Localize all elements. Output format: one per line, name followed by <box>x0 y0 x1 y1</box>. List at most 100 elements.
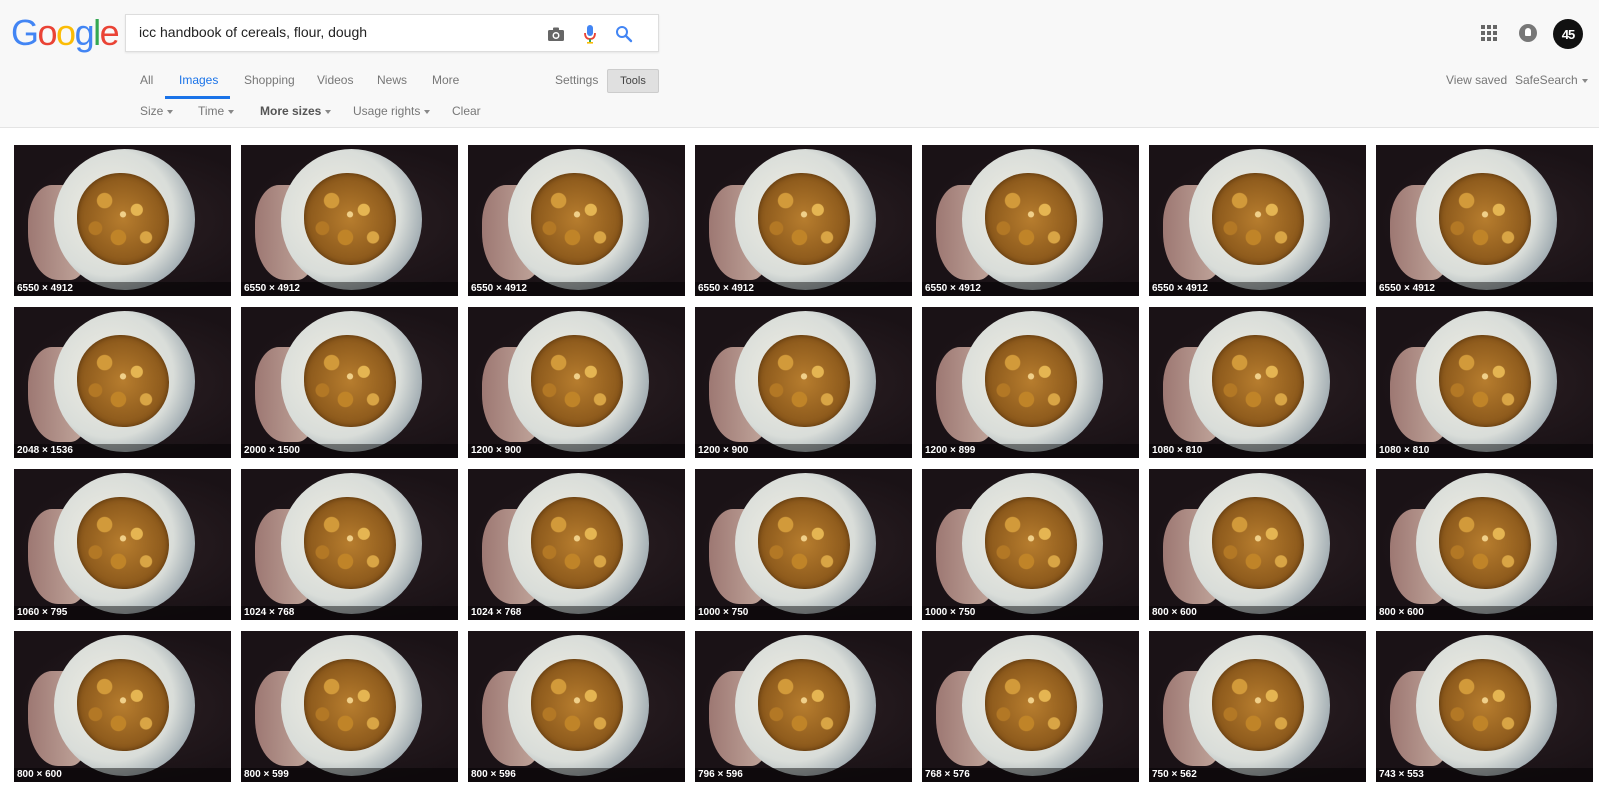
image-result[interactable]: 2048 × 1536 <box>14 307 231 458</box>
settings-link[interactable]: Settings <box>555 73 598 87</box>
search-icon[interactable] <box>613 23 635 45</box>
image-result[interactable]: 1000 × 750 <box>695 469 912 620</box>
camera-icon[interactable] <box>545 23 567 45</box>
time-label: Time <box>198 104 225 118</box>
image-result[interactable]: 1060 × 795 <box>14 469 231 620</box>
image-result[interactable]: 6550 × 4912 <box>1376 145 1593 296</box>
safesearch-dropdown[interactable]: SafeSearch <box>1515 73 1588 87</box>
image-dimensions-label: 6550 × 4912 <box>1149 282 1366 296</box>
image-result[interactable]: 768 × 576 <box>922 631 1139 782</box>
image-result[interactable]: 6550 × 4912 <box>468 145 685 296</box>
image-dimensions-label: 800 × 599 <box>241 768 458 782</box>
cereal-image <box>985 659 1077 751</box>
cereal-image <box>1439 497 1531 589</box>
image-result[interactable]: 2000 × 1500 <box>241 307 458 458</box>
caret-down-icon <box>167 109 174 114</box>
cereal-image <box>304 659 396 751</box>
image-dimensions-label: 800 × 600 <box>1149 606 1366 620</box>
image-result[interactable]: 1200 × 900 <box>468 307 685 458</box>
tab-shopping[interactable]: Shopping <box>244 73 295 87</box>
image-dimensions-label: 6550 × 4912 <box>468 282 685 296</box>
usage-rights-dropdown[interactable]: Usage rights <box>353 104 431 118</box>
search-input[interactable] <box>139 24 539 40</box>
image-result[interactable]: 1080 × 810 <box>1149 307 1366 458</box>
tab-images[interactable]: Images <box>179 73 218 87</box>
image-result[interactable]: 796 × 596 <box>695 631 912 782</box>
image-dimensions-label: 1200 × 900 <box>468 444 685 458</box>
cereal-image <box>77 173 169 265</box>
image-dimensions-label: 6550 × 4912 <box>1376 282 1593 296</box>
image-result[interactable]: 6550 × 4912 <box>241 145 458 296</box>
clear-link[interactable]: Clear <box>452 104 481 118</box>
image-dimensions-label: 800 × 596 <box>468 768 685 782</box>
image-result[interactable]: 1080 × 810 <box>1376 307 1593 458</box>
image-result[interactable]: 743 × 553 <box>1376 631 1593 782</box>
image-dimensions-label: 2000 × 1500 <box>241 444 458 458</box>
cereal-image <box>758 335 850 427</box>
usage-rights-label: Usage rights <box>353 104 421 118</box>
account-avatar[interactable]: 45 <box>1553 19 1583 49</box>
notifications-bell-icon[interactable] <box>1519 24 1537 42</box>
safesearch-label: SafeSearch <box>1515 73 1578 87</box>
image-result[interactable]: 6550 × 4912 <box>695 145 912 296</box>
image-result[interactable]: 750 × 562 <box>1149 631 1366 782</box>
apps-grid-icon[interactable] <box>1481 25 1497 41</box>
image-result[interactable]: 1200 × 899 <box>922 307 1139 458</box>
tab-more[interactable]: More <box>432 73 459 87</box>
image-dimensions-label: 1000 × 750 <box>695 606 912 620</box>
cereal-image <box>1212 659 1304 751</box>
tab-videos[interactable]: Videos <box>317 73 353 87</box>
logo-letter: e <box>99 12 120 53</box>
cereal-image <box>758 173 850 265</box>
image-result[interactable]: 1024 × 768 <box>241 469 458 620</box>
tab-news[interactable]: News <box>377 73 407 87</box>
google-logo[interactable]: Google <box>11 12 120 53</box>
tab-all[interactable]: All <box>140 73 153 87</box>
image-result[interactable]: 800 × 599 <box>241 631 458 782</box>
size-label: Size <box>140 104 164 118</box>
caret-down-icon <box>228 109 235 114</box>
more-sizes-dropdown[interactable]: More sizes <box>260 104 332 118</box>
image-result[interactable]: 800 × 600 <box>1149 469 1366 620</box>
image-dimensions-label: 800 × 600 <box>14 768 231 782</box>
image-result[interactable]: 800 × 596 <box>468 631 685 782</box>
image-dimensions-label: 6550 × 4912 <box>695 282 912 296</box>
image-dimensions-label: 800 × 600 <box>1376 606 1593 620</box>
cereal-image <box>304 335 396 427</box>
image-result[interactable]: 6550 × 4912 <box>1149 145 1366 296</box>
image-dimensions-label: 1024 × 768 <box>241 606 458 620</box>
cereal-image <box>985 173 1077 265</box>
cereal-image <box>1439 173 1531 265</box>
image-result[interactable]: 6550 × 4912 <box>922 145 1139 296</box>
image-dimensions-label: 750 × 562 <box>1149 768 1366 782</box>
cereal-image <box>1212 497 1304 589</box>
cereal-image <box>77 335 169 427</box>
cereal-image <box>304 497 396 589</box>
caret-down-icon <box>1581 78 1588 83</box>
time-dropdown[interactable]: Time <box>198 104 235 118</box>
size-dropdown[interactable]: Size <box>140 104 174 118</box>
image-dimensions-label: 1080 × 810 <box>1149 444 1366 458</box>
image-result[interactable]: 1200 × 900 <box>695 307 912 458</box>
image-dimensions-label: 1024 × 768 <box>468 606 685 620</box>
image-result[interactable]: 1024 × 768 <box>468 469 685 620</box>
image-result[interactable]: 1000 × 750 <box>922 469 1139 620</box>
image-result[interactable]: 6550 × 4912 <box>14 145 231 296</box>
cereal-image <box>758 659 850 751</box>
cereal-image <box>304 173 396 265</box>
image-dimensions-label: 1200 × 899 <box>922 444 1139 458</box>
view-saved-link[interactable]: View saved <box>1446 73 1507 87</box>
more-sizes-label: More sizes <box>260 104 322 118</box>
search-box <box>125 14 659 52</box>
caret-down-icon <box>325 109 332 114</box>
cereal-image <box>531 659 623 751</box>
image-result[interactable]: 800 × 600 <box>1376 469 1593 620</box>
tools-button[interactable]: Tools <box>607 69 659 93</box>
image-dimensions-label: 1080 × 810 <box>1376 444 1593 458</box>
cereal-image <box>1212 335 1304 427</box>
image-dimensions-label: 6550 × 4912 <box>922 282 1139 296</box>
cereal-image <box>531 497 623 589</box>
image-result[interactable]: 800 × 600 <box>14 631 231 782</box>
microphone-icon[interactable] <box>579 23 601 45</box>
image-dimensions-label: 2048 × 1536 <box>14 444 231 458</box>
